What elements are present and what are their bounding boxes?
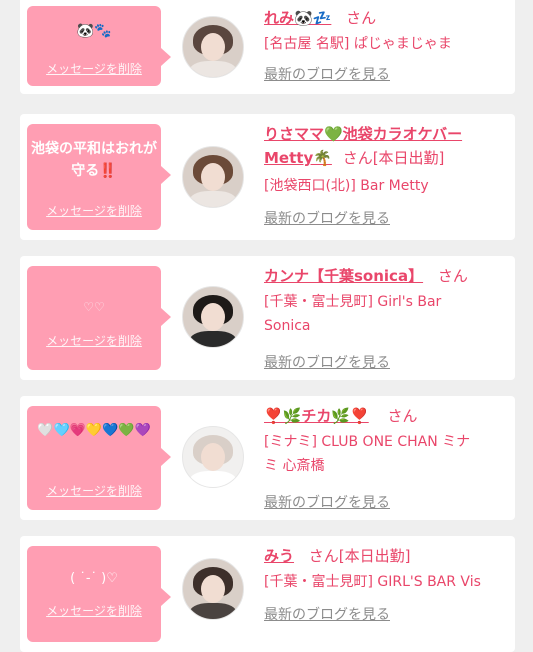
avatar[interactable] — [182, 426, 244, 488]
follow-card: ( ˙-˙ )♡ メッセージを削除 みう さん[本日出勤] [千葉・富士見町] … — [20, 536, 515, 652]
avatar-face — [201, 303, 225, 331]
name-suffix: さん[本日出勤] — [342, 149, 445, 167]
avatar-body — [189, 61, 237, 77]
bubble-message: ♡♡ — [83, 300, 105, 314]
latest-blog-link[interactable]: 最新のブログを見る — [264, 352, 390, 372]
name-suffix: さん — [346, 9, 377, 27]
avatar[interactable] — [182, 146, 244, 208]
message-bubble: 池袋の平和はおれが守る‼️ メッセージを削除 — [27, 124, 171, 230]
avatar[interactable] — [182, 558, 244, 620]
bubble-message: ( ˙-˙ )♡ — [70, 571, 118, 586]
name-line: ❣️🌿チカ🌿❣️ さん — [264, 404, 509, 428]
bubble-message: 🤍🩵💗💛💙💚💜 — [37, 423, 151, 438]
delete-message-link[interactable]: メッセージを削除 — [27, 602, 161, 619]
avatar[interactable] — [182, 286, 244, 348]
shop-info-line-2: ミ 心斎橋 — [264, 458, 325, 474]
latest-blog-link[interactable]: 最新のブログを見る — [264, 64, 390, 84]
bubble-message: 🐼🐾 — [76, 23, 112, 39]
latest-blog-link[interactable]: 最新のブログを見る — [264, 492, 390, 512]
message-bubble: ( ˙-˙ )♡ メッセージを削除 — [27, 546, 171, 642]
avatar-body — [189, 471, 237, 487]
name-suffix: さん[本日出勤] — [308, 547, 411, 565]
name-suffix: さん — [437, 267, 468, 285]
profile-name-link[interactable]: みう — [264, 547, 294, 565]
delete-message-link[interactable]: メッセージを削除 — [27, 482, 161, 499]
profile-name-link[interactable]: カンナ【千葉sonica】 — [264, 267, 423, 285]
avatar-face — [201, 575, 225, 603]
name-line: りさママ💚池袋カラオケバーMetty🌴 さん[本日出勤] — [264, 122, 504, 170]
message-bubble: ♡♡ メッセージを削除 — [27, 266, 171, 370]
shop-info-line-2: Sonica — [264, 318, 311, 334]
follow-card: ♡♡ メッセージを削除 カンナ【千葉sonica】 さん [千葉・富士見町] G… — [20, 256, 515, 380]
shop-info: [千葉・富士見町] GIRL'S BAR Vis — [264, 574, 481, 590]
avatar-body — [189, 191, 237, 207]
latest-blog-link[interactable]: 最新のブログを見る — [264, 604, 390, 624]
name-line: れみ🐼💤 さん — [264, 6, 509, 30]
follow-card: 池袋の平和はおれが守る‼️ メッセージを削除 りさママ💚池袋カラオケバーMett… — [20, 114, 515, 240]
profile-name-link[interactable]: ❣️🌿チカ🌿❣️ — [264, 407, 369, 425]
avatar-body — [189, 331, 237, 347]
delete-message-link[interactable]: メッセージを削除 — [27, 332, 161, 349]
follow-card: 🤍🩵💗💛💙💚💜 メッセージを削除 ❣️🌿チカ🌿❣️ さん [ミナミ] CLUB … — [20, 396, 515, 520]
shop-info-line-1: [千葉・富士見町] Girl's Bar — [264, 294, 442, 310]
shop-info: [池袋西口(北)] Bar Metty — [264, 178, 429, 194]
shop-info-line-1: [ミナミ] CLUB ONE CHAN ミナ — [264, 434, 471, 450]
name-suffix: さん — [387, 407, 418, 425]
avatar-body — [189, 603, 237, 619]
delete-message-link[interactable]: メッセージを削除 — [27, 202, 161, 219]
message-bubble: 🐼🐾 メッセージを削除 — [27, 6, 171, 86]
follow-card: 🐼🐾 メッセージを削除 れみ🐼💤 さん [名古屋 名駅] ぱじゃまじゃま 最新の… — [20, 0, 515, 94]
avatar[interactable] — [182, 16, 244, 78]
delete-message-link[interactable]: メッセージを削除 — [27, 60, 161, 77]
bubble-message: 池袋の平和はおれが守る‼️ — [31, 141, 157, 179]
avatar-face — [201, 33, 225, 61]
shop-info: [名古屋 名駅] ぱじゃまじゃま — [264, 36, 452, 52]
avatar-face — [201, 443, 225, 471]
avatar-face — [201, 163, 225, 191]
latest-blog-link[interactable]: 最新のブログを見る — [264, 208, 390, 228]
message-bubble: 🤍🩵💗💛💙💚💜 メッセージを削除 — [27, 406, 171, 510]
name-line: カンナ【千葉sonica】 さん — [264, 264, 509, 288]
name-line: みう さん[本日出勤] — [264, 544, 509, 568]
profile-name-link[interactable]: れみ🐼💤 — [264, 9, 331, 27]
